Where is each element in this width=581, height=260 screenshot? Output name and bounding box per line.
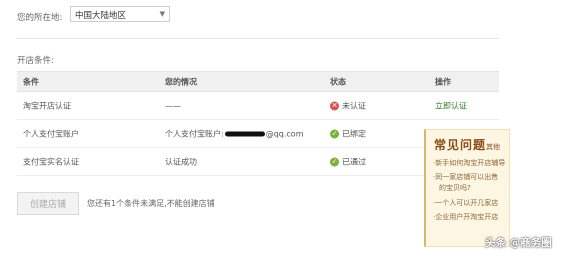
status-text: 已绑定 [342, 129, 366, 138]
row-situation: 认证成功 [165, 157, 197, 166]
row-condition: 个人支付宝账户 [23, 129, 79, 138]
row-condition: 支付宝实名认证 [23, 157, 79, 166]
header-condition: 条件 [23, 77, 39, 86]
redaction-mark [224, 131, 265, 136]
faq-title-suffix: 其他 [486, 143, 501, 151]
row-status: ✓ 已绑定 [330, 128, 366, 139]
chevron-down-icon: ▼ [159, 10, 165, 18]
row-status: ✕ 未认证 [330, 100, 366, 111]
situation-suffix: @qq.com [265, 129, 304, 138]
table-row: 淘宝开店认证 —— ✕ 未认证 立即认证 [17, 92, 499, 120]
faq-item[interactable]: ·企业用户开淘宝开店 [433, 212, 509, 223]
error-icon: ✕ [330, 101, 339, 110]
row-condition: 淘宝开店认证 [23, 101, 71, 110]
header-situation: 您的情况 [165, 77, 197, 86]
notice-text: 您还有1个条件未满足,不能创建店铺 [87, 199, 215, 208]
header-status: 状态 [330, 77, 346, 86]
watermark: 头条 @商务圈 [485, 237, 552, 249]
faq-item[interactable]: ·同一家店铺可以出售 的宝贝吗? [433, 172, 509, 194]
conditions-title: 开店条件: [17, 56, 54, 66]
create-shop-button[interactable]: 创建店铺 [17, 192, 79, 215]
situation-prefix: 个人支付宝账户: [165, 129, 224, 138]
row-situation: —— [165, 101, 181, 110]
faq-item[interactable]: ·一个人可以开几家店 [433, 198, 509, 209]
header-action: 操作 [435, 77, 451, 86]
divider [17, 38, 499, 39]
location-select-value: 中国大陆地区 [75, 11, 127, 21]
certify-now-link[interactable]: 立即认证 [435, 100, 467, 111]
faq-title: 常见问题其他 [434, 138, 501, 152]
status-text: 未认证 [342, 101, 366, 110]
table-header: 条件 您的情况 状态 操作 [17, 71, 499, 92]
faq-panel: 常见问题其他 ·新手如何淘宝开店辅导 ·同一家店铺可以出售 的宝贝吗? ·一个人… [424, 129, 510, 247]
row-situation: 个人支付宝账户: @qq.com [165, 128, 304, 139]
row-status: ✓ 已通过 [330, 156, 366, 167]
check-icon: ✓ [330, 129, 339, 138]
status-text: 已通过 [342, 157, 366, 166]
faq-item[interactable]: ·新手如何淘宝开店辅导 [433, 158, 509, 169]
check-icon: ✓ [330, 157, 339, 166]
location-select[interactable]: 中国大陆地区 ▼ [70, 6, 170, 22]
location-label: 您的所在地: [17, 13, 63, 23]
